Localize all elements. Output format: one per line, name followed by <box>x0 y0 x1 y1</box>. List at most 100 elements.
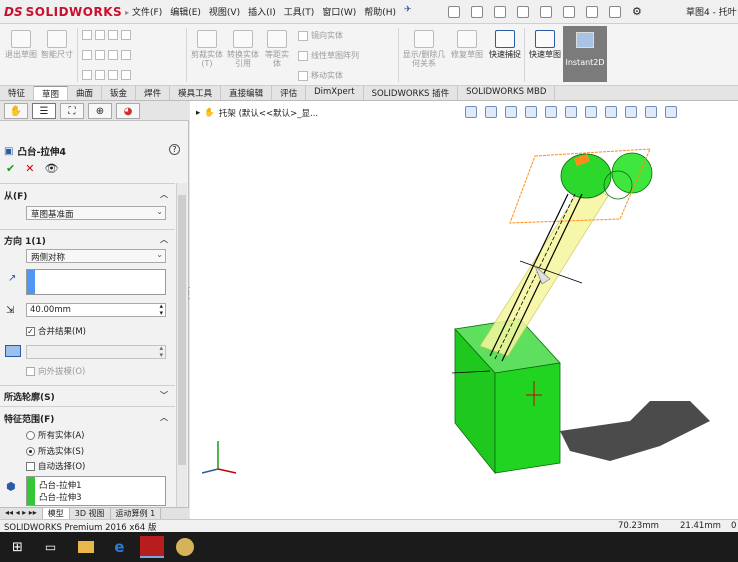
tab-sheet-metal[interactable]: 钣金 <box>102 86 137 100</box>
linear-pattern-button[interactable]: 线性草图阵列 <box>298 50 359 61</box>
tab-3d-views[interactable]: 3D 视图 <box>70 508 111 519</box>
triad-x-axis <box>217 468 237 474</box>
display-manager-tab-icon[interactable]: ◕ <box>116 103 140 119</box>
line-tool-row[interactable] <box>82 30 131 40</box>
offset-entities-button[interactable]: 等距实体 <box>262 30 292 68</box>
move-entities-button[interactable]: 移动实体 <box>298 70 343 81</box>
pm-title: 凸台-拉伸4 <box>17 147 67 158</box>
menu-file[interactable]: 文件(F) <box>132 5 162 18</box>
exit-sketch-button[interactable]: 退出草图 <box>4 30 38 59</box>
convert-entities-button[interactable]: 转换实体引用 <box>226 30 260 68</box>
select-icon[interactable] <box>563 5 575 18</box>
direction-reference-field[interactable] <box>26 269 166 295</box>
trim-entities-button[interactable]: 剪裁实体(T) <box>190 30 224 68</box>
dimxpert-manager-tab-icon[interactable]: ⊕ <box>88 103 112 119</box>
extrude-boss-icon: ▣ <box>4 145 14 157</box>
section-from[interactable]: 从(F) ︿ <box>4 189 172 202</box>
ok-check-icon[interactable]: ✔ <box>6 162 15 175</box>
tab-solidworks-mbd[interactable]: SOLIDWORKS MBD <box>458 86 556 100</box>
pm-scrollbar[interactable] <box>176 183 187 509</box>
pin-icon[interactable]: ✈ <box>404 5 412 18</box>
tab-mold-tools[interactable]: 模具工具 <box>170 86 222 100</box>
menu-insert[interactable]: 插入(I) <box>248 5 276 18</box>
solidworks-taskbar-icon[interactable] <box>140 536 165 558</box>
save-icon[interactable] <box>494 5 506 18</box>
tab-solidworks-addins[interactable]: SOLIDWORKS 插件 <box>364 86 459 100</box>
section-direction1[interactable]: 方向 1(1) ︿ <box>4 234 172 247</box>
gear-icon[interactable]: ⚙ <box>632 5 642 18</box>
ribbon-divider <box>398 28 399 82</box>
file-explorer-icon[interactable] <box>78 541 95 553</box>
tab-motion-study[interactable]: 运动算例 1 <box>111 508 162 519</box>
menu-edit[interactable]: 编辑(E) <box>170 5 201 18</box>
menu-help[interactable]: 帮助(H) <box>364 5 396 18</box>
collapse-icon[interactable]: ︿ <box>160 189 168 200</box>
depth-input[interactable]: 40.00mm ▴ ▾ <box>26 303 166 317</box>
auto-select-checkbox[interactable]: 自动选择(O) <box>26 460 85 472</box>
tab-nav-arrows-icon[interactable]: ◂◂ ◂ ▸ ▸▸ <box>0 508 43 519</box>
solidworks-logo[interactable]: DS SOLIDWORKS ▸ <box>4 3 129 21</box>
open-document-icon[interactable] <box>471 5 483 18</box>
merge-result-checkbox[interactable]: ✓ 合并结果(M) <box>26 325 86 337</box>
direction-arrow-icon: ↗ <box>8 273 17 284</box>
spin-stepper-icon[interactable]: ▴ ▾ <box>159 345 163 359</box>
menu-view[interactable]: 视图(V) <box>209 5 240 18</box>
edge-browser-icon[interactable]: e <box>114 538 124 556</box>
task-view-icon[interactable]: ▭ <box>45 540 56 554</box>
help-icon[interactable]: ? <box>169 144 180 155</box>
menu-window[interactable]: 窗口(W) <box>322 5 356 18</box>
collapse-icon[interactable]: ︿ <box>160 234 168 245</box>
draft-icon[interactable] <box>5 345 21 357</box>
end-condition-select[interactable]: 两侧对称 ⌄ <box>26 249 166 263</box>
tab-direct-editing[interactable]: 直接编辑 <box>221 86 273 100</box>
smart-dimension-button[interactable]: 智能尺寸 <box>40 30 74 59</box>
graphics-area[interactable]: ▸ ✋ 托架 (默认<<默认>_显... <box>190 101 738 519</box>
from-select[interactable]: 草图基准面 ⌄ <box>26 206 166 220</box>
tab-sketch[interactable]: 草图 <box>34 86 69 100</box>
selected-bodies-radio[interactable]: 所选实体(S) <box>26 445 84 457</box>
draft-angle-input[interactable]: ▴ ▾ <box>26 345 166 359</box>
draft-outward-checkbox[interactable]: 向外拔模(O) <box>26 365 85 377</box>
list-item[interactable]: 凸台-拉伸1 <box>39 479 81 491</box>
rapid-sketch-button[interactable]: 快速草图 <box>528 30 562 59</box>
instant2d-button[interactable]: Instant2D <box>563 26 607 82</box>
all-bodies-radio[interactable]: 所有实体(A) <box>26 429 84 441</box>
file-properties-icon[interactable] <box>609 5 621 18</box>
windows-start-icon[interactable]: ⊞ <box>12 540 23 555</box>
tab-features[interactable]: 特征 <box>0 86 35 100</box>
mirror-entities-button[interactable]: 镜向实体 <box>298 30 343 41</box>
new-document-icon[interactable] <box>448 5 460 18</box>
collapse-icon[interactable]: ︿ <box>160 412 168 423</box>
cancel-x-icon[interactable]: ✕ <box>25 162 34 175</box>
quick-snaps-button[interactable]: 快速捕捉 <box>488 30 522 59</box>
bodies-list[interactable]: 凸台-拉伸1 凸台-拉伸3 <box>26 476 166 506</box>
tab-evaluate[interactable]: 评估 <box>272 86 307 100</box>
rebuild-icon[interactable] <box>586 5 598 18</box>
menu-tools[interactable]: 工具(T) <box>284 5 315 18</box>
feature-manager-tab-icon[interactable]: ✋ <box>4 103 28 119</box>
chevron-down-icon: ⌄ <box>156 250 163 259</box>
tab-surfaces[interactable]: 曲面 <box>68 86 103 100</box>
repair-sketch-button[interactable]: 修复草图 <box>450 30 484 59</box>
tab-model[interactable]: 模型 <box>42 508 70 519</box>
slot-tool-row[interactable] <box>82 70 131 80</box>
property-manager-tab-icon[interactable]: ☰ <box>32 103 56 119</box>
expand-icon[interactable]: ﹀ <box>160 390 168 401</box>
model-canvas[interactable] <box>190 101 738 519</box>
tab-dimxpert[interactable]: DimXpert <box>306 86 364 100</box>
preview-eye-icon[interactable]: 👁 <box>44 162 58 175</box>
print-icon[interactable] <box>517 5 529 18</box>
display-relations-button[interactable]: 显示/删除几何关系 <box>402 30 446 68</box>
base-block-front-face[interactable] <box>494 362 561 474</box>
section-selected-contours[interactable]: 所选轮廓(S) ﹀ <box>4 390 172 403</box>
paint-app-icon[interactable] <box>176 538 195 556</box>
tab-weldments[interactable]: 焊件 <box>136 86 171 100</box>
undo-icon[interactable] <box>540 5 552 18</box>
scrollbar-thumb[interactable] <box>178 195 186 465</box>
list-item[interactable]: 凸台-拉伸3 <box>39 491 81 503</box>
configuration-manager-tab-icon[interactable]: ⛶ <box>60 103 84 119</box>
divider <box>0 183 175 184</box>
rectangle-tool-row[interactable] <box>82 50 131 60</box>
spin-stepper-icon[interactable]: ▴ ▾ <box>159 303 163 317</box>
section-feature-scope[interactable]: 特征范围(F) ︿ <box>4 412 172 425</box>
